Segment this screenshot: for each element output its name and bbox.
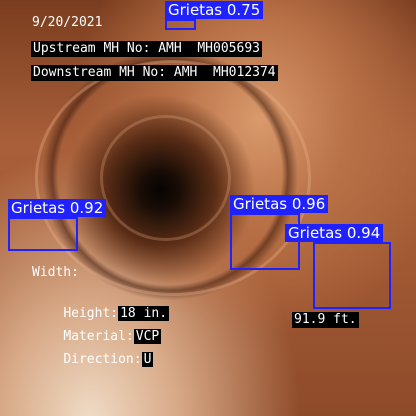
date-text: 9/20/2021 bbox=[32, 15, 103, 30]
pipe-inspection-frame: 9/20/2021 Upstream MH No: AMH MH005693 D… bbox=[0, 0, 416, 416]
detection-label: Grietas 0.94 bbox=[285, 224, 384, 242]
direction-row: Direction: U bbox=[32, 336, 154, 384]
direction-label: Direction: bbox=[63, 352, 142, 367]
distance-text: 91.9 ft. bbox=[292, 312, 359, 328]
direction-value: U bbox=[141, 352, 154, 367]
pipe-joint-ring-inner bbox=[100, 115, 231, 241]
width-label: Width: bbox=[32, 265, 79, 280]
detection-label: Grietas 0.75 bbox=[165, 1, 264, 19]
detection-label: Grietas 0.92 bbox=[8, 199, 107, 217]
detection-box bbox=[165, 19, 196, 30]
detection-box bbox=[313, 242, 391, 309]
upstream-text: Upstream MH No: AMH MH005693 bbox=[31, 41, 262, 57]
detection-box bbox=[8, 217, 78, 251]
detection-label: Grietas 0.96 bbox=[230, 195, 329, 213]
downstream-text: Downstream MH No: AMH MH012374 bbox=[31, 65, 278, 81]
